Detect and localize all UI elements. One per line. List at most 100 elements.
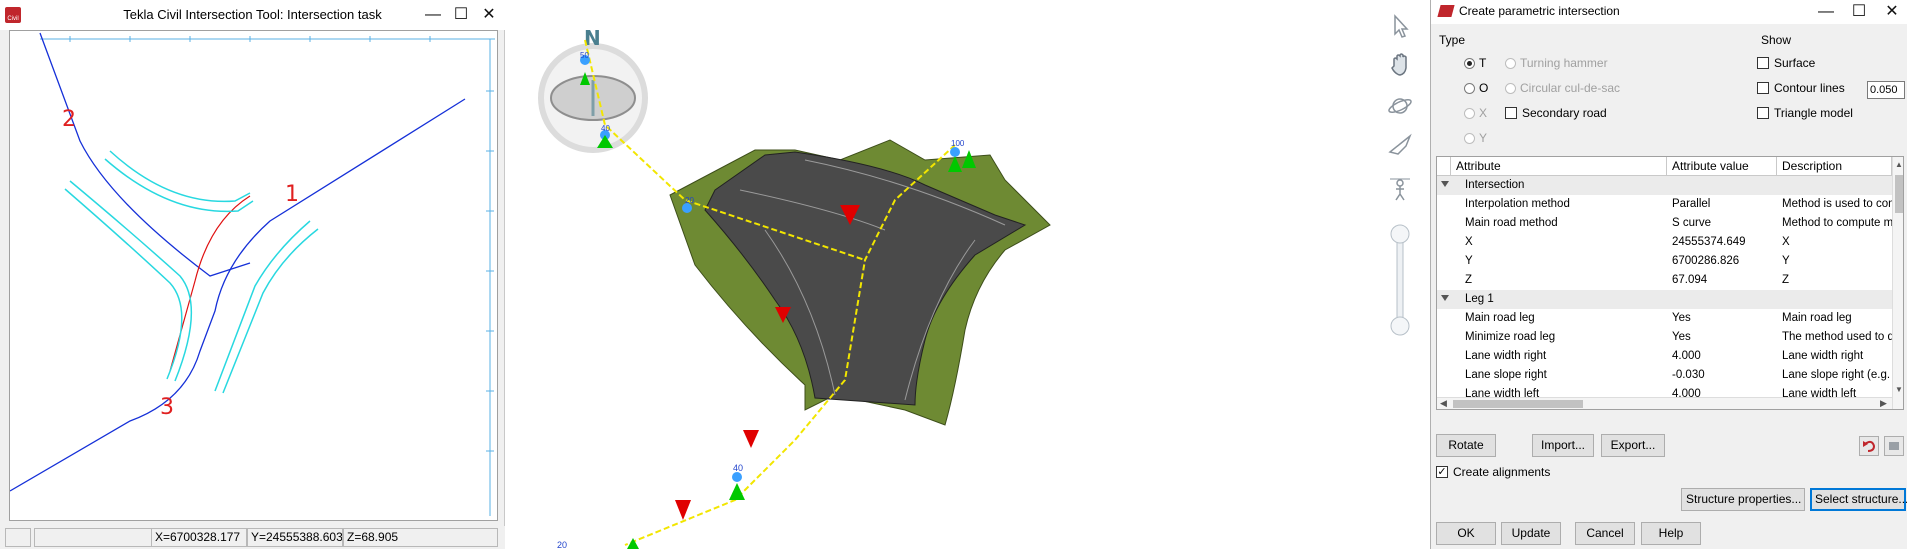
value-cell[interactable]: Yes (1672, 309, 1777, 328)
table-row[interactable]: Lane width right 4.000 Lane width right (1437, 347, 1892, 366)
grid-header-value[interactable]: Attribute value (1667, 157, 1777, 176)
table-row[interactable]: Interpolation method Parallel Method is us… (1437, 195, 1892, 214)
attribute-cell: Interpolation method (1465, 198, 1570, 210)
rotate-button[interactable]: Rotate (1436, 434, 1496, 457)
grid-group-row[interactable]: Intersection (1437, 176, 1892, 195)
value-cell[interactable]: Parallel (1672, 195, 1777, 214)
leg-number-2: 2 (62, 107, 76, 132)
ok-button[interactable]: OK (1436, 522, 1496, 545)
value-cell[interactable]: 24555374.649 (1672, 233, 1777, 252)
show-group-label: Show (1761, 33, 1792, 47)
surface-checkbox[interactable] (1757, 57, 1769, 69)
attribute-grid[interactable]: Attribute Attribute value Description In… (1436, 156, 1904, 410)
value-cell[interactable]: S curve (1672, 214, 1777, 233)
grid-horizontal-scroll-thumb[interactable] (1453, 400, 1583, 408)
scroll-down-icon[interactable]: ▼ (1895, 385, 1903, 394)
grid-group-row[interactable]: Leg 1 (1437, 290, 1892, 309)
grid-horizontal-scrollbar[interactable]: ◀ ▶ (1437, 397, 1892, 409)
description-cell: Z (1782, 274, 1790, 286)
type-y-radio[interactable] (1464, 133, 1475, 144)
status-z-coordinate: Z=68.905 (343, 528, 498, 547)
select-arrow-icon[interactable] (1386, 12, 1414, 40)
type-o-label: O (1479, 81, 1489, 95)
compass-icon[interactable]: N (538, 26, 648, 153)
status-y-coordinate: Y=24555388.603 (247, 528, 343, 547)
table-row[interactable]: Z 67.094 Z (1437, 271, 1892, 290)
settings-icon[interactable] (1884, 436, 1904, 456)
close-icon[interactable]: ✕ (477, 3, 501, 27)
circular-cul-de-sac-radio[interactable] (1505, 83, 1516, 94)
structure-properties-button[interactable]: Structure properties... (1681, 488, 1805, 511)
type-t-label: T (1479, 56, 1487, 70)
grid-header-description[interactable]: Description (1777, 157, 1892, 176)
grid-vertical-scrollbar[interactable]: ▲ ▼ (1892, 157, 1903, 409)
left-title-bar: Civil Tekla Civil Intersection Tool: Int… (0, 0, 505, 30)
walk-icon[interactable] (1386, 175, 1414, 203)
description-cell: Y (1782, 255, 1790, 267)
table-row[interactable]: X 24555374.649 X (1437, 233, 1892, 252)
scroll-left-icon[interactable]: ◀ (1440, 398, 1447, 409)
type-x-radio[interactable] (1464, 108, 1475, 119)
select-structure-button[interactable]: Select structure... (1810, 488, 1907, 511)
view-toolbar (1380, 0, 1420, 549)
dialog-title: Create parametric intersection (1459, 4, 1620, 18)
dialog-maximize-icon[interactable]: ☐ (1847, 0, 1871, 24)
triangle-model-label: Triangle model (1774, 106, 1853, 120)
station-label-5: 40 (733, 463, 743, 473)
compass-north-label: N (584, 26, 601, 50)
contour-lines-checkbox[interactable] (1757, 82, 1769, 94)
contour-interval-input[interactable]: 0.050 (1867, 81, 1905, 99)
collapse-triangle-icon[interactable] (1441, 295, 1449, 301)
turning-hammer-radio[interactable] (1505, 58, 1516, 69)
pan-hand-icon[interactable] (1386, 50, 1414, 78)
table-row[interactable]: Y 6700286.826 Y (1437, 252, 1892, 271)
dialog-app-icon (1437, 5, 1455, 17)
grid-vertical-scroll-thumb[interactable] (1895, 175, 1903, 213)
plan-view-canvas[interactable]: 1 2 3 (9, 30, 498, 521)
grid-header-attribute[interactable]: Attribute (1451, 157, 1667, 176)
table-row[interactable]: Minimize road leg Yes The method used to d (1437, 328, 1892, 347)
zoom-slider[interactable] (1389, 222, 1411, 338)
value-cell[interactable]: Yes (1672, 328, 1777, 347)
attribute-cell: Main road leg (1465, 312, 1535, 324)
table-row[interactable]: Lane slope right -0.030 Lane slope right (… (1437, 366, 1892, 385)
intersection-task-window: Civil Tekla Civil Intersection Tool: Int… (0, 0, 505, 549)
value-cell[interactable]: 4.000 (1672, 347, 1777, 366)
value-cell[interactable]: 67.094 (1672, 271, 1777, 290)
collapse-triangle-icon[interactable] (1441, 181, 1449, 187)
table-row[interactable]: Main road leg Yes Main road leg (1437, 309, 1892, 328)
undo-icon[interactable] (1859, 436, 1879, 456)
dialog-minimize-icon[interactable]: — (1814, 0, 1838, 24)
description-cell: Method to compute m (1782, 217, 1892, 229)
table-row[interactable]: Main road method S curve Method to compute… (1437, 214, 1892, 233)
value-cell[interactable]: 6700286.826 (1672, 252, 1777, 271)
value-cell[interactable]: -0.030 (1672, 366, 1777, 385)
status-x-coordinate: X=6700328.177 (151, 528, 247, 547)
update-button[interactable]: Update (1501, 522, 1561, 545)
orbit-icon[interactable] (1386, 92, 1414, 120)
create-alignments-checkbox[interactable]: ✓ (1436, 466, 1448, 478)
fly-icon[interactable] (1386, 132, 1414, 160)
type-o-radio[interactable] (1464, 83, 1475, 94)
description-cell: The method used to d (1782, 331, 1892, 343)
maximize-icon[interactable]: ☐ (449, 3, 473, 27)
station-label-2: 40 (601, 124, 610, 133)
leg-number-1: 1 (285, 182, 299, 207)
secondary-road-checkbox[interactable] (1505, 107, 1517, 119)
dialog-close-icon[interactable]: ✕ (1880, 0, 1904, 24)
help-button[interactable]: Help (1641, 522, 1701, 545)
minimize-icon[interactable]: — (421, 3, 445, 27)
export-button[interactable]: Export... (1601, 434, 1665, 457)
attribute-cell: Y (1465, 255, 1473, 267)
scroll-up-icon[interactable]: ▲ (1895, 160, 1903, 169)
cancel-button[interactable]: Cancel (1575, 522, 1635, 545)
group-label: Intersection (1465, 179, 1525, 191)
group-label: Leg 1 (1465, 293, 1494, 305)
scroll-right-icon[interactable]: ▶ (1880, 398, 1887, 409)
import-button[interactable]: Import... (1532, 434, 1594, 457)
status-cell-empty-2 (34, 528, 152, 547)
3d-view[interactable]: N 50 40 100 20 40 20 (505, 0, 1430, 550)
triangle-model-checkbox[interactable] (1757, 107, 1769, 119)
type-t-radio[interactable] (1464, 58, 1475, 69)
description-cell: Method is used to com (1782, 198, 1892, 210)
